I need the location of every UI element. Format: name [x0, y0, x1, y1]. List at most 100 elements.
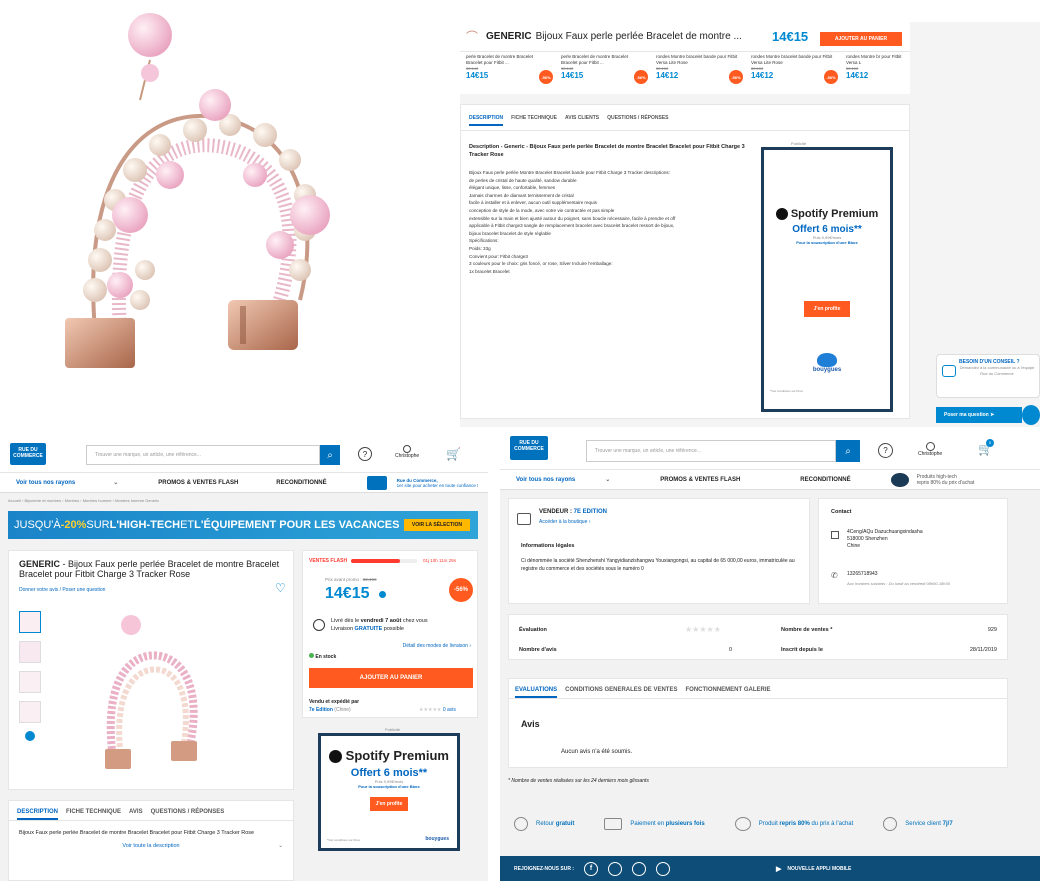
nav-trust-text: Rue du Commerce, 1er site pour acheter en… — [396, 477, 479, 488]
account-link[interactable]: Christophe — [395, 445, 419, 459]
nav-hightech-text[interactable]: Produits high-tech repris 80% du prix d'a… — [917, 474, 975, 486]
thumbnail[interactable] — [19, 671, 41, 693]
feature-item[interactable]: Retour gratuit — [514, 817, 574, 831]
ad-cta-button[interactable]: J'en profite — [370, 797, 408, 812]
ad-brand: Spotify Premium — [764, 208, 890, 221]
legal-title: Informations légales — [521, 543, 575, 549]
tab-fonctionnement[interactable]: FONCTIONNEMENT GALERIE — [685, 687, 770, 698]
flash-sale-label: VENTES FLASH — [309, 558, 348, 564]
see-full-description-link[interactable]: Voir toute la description ⌄ — [9, 843, 293, 849]
description-tabs: DESCRIPTION FICHE TECHNIQUE AVIS CLIENTS… — [461, 105, 909, 126]
tab-avis[interactable]: AVIS — [129, 809, 143, 820]
nav-promos[interactable]: PROMOS & VENTES FLASH — [158, 480, 238, 486]
site-logo[interactable]: RUE DU COMMERCE — [510, 436, 548, 460]
tab-description[interactable]: DESCRIPTION — [469, 115, 504, 126]
ad-cta-button[interactable]: J'en profite — [804, 301, 850, 318]
help-icon[interactable]: ? — [358, 447, 372, 461]
nav-promos[interactable]: PROMOS & VENTES FLASH — [660, 477, 740, 483]
spotify-ad[interactable]: Spotify Premium Offert 6 mois** Puis 9,9… — [318, 733, 460, 851]
carousel-item[interactable]: rondes Montre bracelet bande pour Fitbit… — [650, 52, 745, 94]
feature-item[interactable]: Service client 7j/7 — [883, 817, 953, 831]
in-stock-dot-icon — [309, 653, 314, 658]
site-logo[interactable]: RUE DU COMMERCE — [10, 443, 46, 465]
search-button[interactable]: ⌕ — [320, 445, 340, 465]
search-input[interactable]: Trouver une marque, un article, une réfé… — [586, 440, 836, 462]
more-thumbnails-button[interactable] — [25, 731, 35, 741]
eval-label: Évaluation — [519, 627, 547, 633]
help-icon[interactable]: ? — [878, 443, 893, 458]
help-widget[interactable]: BESOIN D'UN CONSEIL ? Demandez à la comm… — [936, 354, 1040, 398]
wishlist-heart-icon[interactable]: ♡ — [275, 581, 286, 595]
nav-all-departments[interactable]: Voir tous nos rayons — [516, 477, 575, 483]
chat-bubble-button[interactable] — [1022, 405, 1040, 425]
chevron-down-icon: ⌄ — [113, 480, 119, 486]
info-icon[interactable] — [379, 591, 386, 598]
thumbnail[interactable] — [19, 611, 41, 633]
add-to-cart-button[interactable]: AJOUTER AU PANIER — [309, 668, 473, 688]
nb-avis-label: Nombre d'avis — [519, 647, 557, 653]
tab-questions[interactable]: QUESTIONS / RÉPONSES — [151, 809, 225, 820]
legal-text: Ci dénommée la société Shenzhenshi Yangy… — [521, 558, 795, 572]
chevron-down-icon: ⌄ — [278, 843, 283, 849]
bracelet-illustration — [65, 13, 330, 368]
product-title: GENERIC - Bijoux Faux perle perlée Brace… — [19, 559, 280, 579]
tab-evaluations[interactable]: EVALUATIONS — [515, 687, 558, 698]
nav-reconditionne[interactable]: RECONDITIONNÉ — [800, 477, 850, 483]
vendor-shop-link[interactable]: Accéder à la boutique › — [539, 519, 590, 525]
phone-number: 13265718943 — [847, 571, 878, 577]
tab-avis-clients[interactable]: AVIS CLIENTS — [565, 115, 599, 126]
product-description-panel: ⌒ GENERIC Bijoux Faux perle perlée Brace… — [460, 22, 1040, 427]
delivery-details-link[interactable]: Détail des modes de livraison › — [403, 643, 471, 649]
search-button[interactable]: ⌕ — [836, 440, 860, 462]
vendor-card: VENDEUR : 7E EDITION Accéder à la boutiq… — [508, 498, 810, 604]
banner-cta-button[interactable]: VOIR LA SÉLECTION — [403, 519, 470, 531]
account-link[interactable]: Christophe — [918, 442, 942, 457]
thumbnail[interactable] — [19, 641, 41, 663]
twitter-icon[interactable] — [656, 861, 671, 876]
tab-fiche-technique[interactable]: FICHE TECHNIQUE — [66, 809, 121, 820]
facebook-icon[interactable]: f — [584, 861, 599, 876]
ad-footnote: *Voir conditions sur bbox — [327, 838, 361, 842]
thumbnail[interactable] — [19, 701, 41, 723]
description-card: DESCRIPTION FICHE TECHNIQUE AVIS CLIENTS… — [460, 104, 910, 419]
bracelet-thumb-icon: ⌒ — [466, 30, 479, 44]
footer-app-label[interactable]: NOUVELLE APPLI MOBILE — [787, 866, 851, 872]
carousel-item[interactable]: rondes Montre bracelet bande pour Fitbit… — [745, 52, 840, 94]
breadcrumb[interactable]: Accueil › Bijouterie et montres › Montre… — [8, 498, 159, 503]
nav-reconditionne[interactable]: RECONDITIONNÉ — [276, 480, 326, 486]
stock-status: En stock — [309, 653, 336, 660]
seller-link[interactable]: 7e Edition — [309, 707, 333, 713]
carousel-item[interactable]: rondes Montre br pour Fitbit Versa L 32,… — [840, 52, 910, 94]
play-store-icon[interactable]: ▶ — [776, 865, 781, 873]
promo-banner[interactable]: JUSQU'À -20% SUR L'HIGH-TECH ET L'ÉQUIPE… — [8, 511, 478, 539]
instagram-icon[interactable] — [608, 861, 623, 876]
tab-questions[interactable]: QUESTIONS / RÉPONSES — [607, 115, 668, 126]
description-text: Bijoux Faux perle perlée Bracelet de mon… — [19, 830, 255, 836]
carousel-item[interactable]: perle Bracelet de montre Bracelet Bracel… — [555, 52, 650, 94]
home-icon — [831, 531, 839, 539]
discount-badge: -56% — [449, 578, 473, 602]
ad-link[interactable]: Pour la souscription d'une Bbox — [321, 784, 457, 789]
tab-cgv[interactable]: CONDITIONS GENERALES DE VENTES — [565, 687, 677, 698]
cart-icon[interactable]: 🛒 — [446, 447, 461, 461]
youtube-icon[interactable] — [632, 861, 647, 876]
carousel-item[interactable]: perle Bracelet de montre Bracelet Bracel… — [460, 52, 555, 94]
review-link[interactable]: Donner votre avis / Poser une question — [19, 587, 105, 593]
feature-item[interactable]: Produit repris 80% du prix à l'achat — [734, 817, 853, 831]
spotify-ad[interactable]: Spotify Premium Offert 6 mois** Puis 9,9… — [761, 147, 893, 412]
description-section: DESCRIPTION FICHE TECHNIQUE AVIS QUESTIO… — [8, 800, 294, 881]
tab-fiche-technique[interactable]: FICHE TECHNIQUE — [511, 115, 557, 126]
product-page-panel: RUE DU COMMERCE Trouver une marque, un a… — [0, 435, 488, 881]
ad-link[interactable]: Pour la souscription d'une Bbox — [764, 240, 890, 245]
header-add-to-cart-button[interactable]: AJOUTER AU PANIER — [820, 32, 902, 46]
seller-page-panel: RUE DU COMMERCE Trouver une marque, un a… — [500, 430, 1040, 881]
inscrit-label: Inscrit depuis le — [781, 647, 823, 653]
seller-rating: ★★★★★ 0 avis — [419, 707, 456, 713]
nav-all-departments[interactable]: Voir tous nos rayons — [16, 480, 75, 486]
feature-item[interactable]: Paiement en plusieurs fois — [604, 818, 705, 830]
support-icon — [883, 817, 898, 831]
hours: Aux horaires suivants : Du lundi au vend… — [847, 581, 950, 586]
ask-question-button[interactable]: Poser ma question ➤ — [936, 407, 1022, 423]
tab-description[interactable]: DESCRIPTION — [17, 809, 59, 820]
search-input[interactable]: Trouver une marque, un article, une réfé… — [86, 445, 320, 465]
